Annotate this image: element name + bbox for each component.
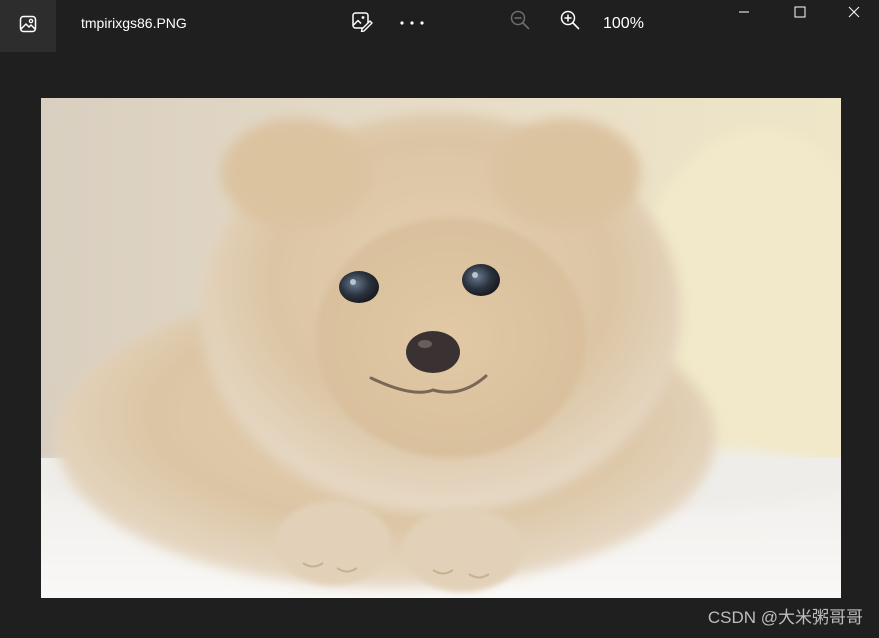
image-canvas[interactable] [41,98,841,598]
photo-viewer-window: tmpirixgs86.PNG 100% CSDN @大米粥哥哥 [0,0,879,638]
puppy-photo [41,98,841,598]
zoom-out-button[interactable] [506,8,534,36]
photos-app-icon [18,14,38,39]
close-button[interactable] [828,0,879,28]
maximize-button[interactable] [772,0,828,28]
more-options-button[interactable] [396,10,428,36]
zoom-in-button[interactable] [556,8,584,36]
maximize-icon [794,5,806,23]
zoom-level-indicator[interactable]: 100% [603,14,644,34]
zoom-in-icon [559,9,581,36]
watermark-text: CSDN @大米粥哥哥 [707,608,863,627]
minimize-button[interactable] [716,0,772,28]
zoom-out-icon [509,9,531,36]
minimize-icon [738,5,750,23]
more-options-icon [398,14,426,32]
app-icon-button[interactable] [0,0,56,52]
edit-image-icon [351,10,373,37]
file-name: tmpirixgs86.PNG [81,15,187,31]
title-bar: tmpirixgs86.PNG 100% [0,0,879,52]
edit-image-button[interactable] [348,10,376,36]
close-icon [848,5,860,23]
